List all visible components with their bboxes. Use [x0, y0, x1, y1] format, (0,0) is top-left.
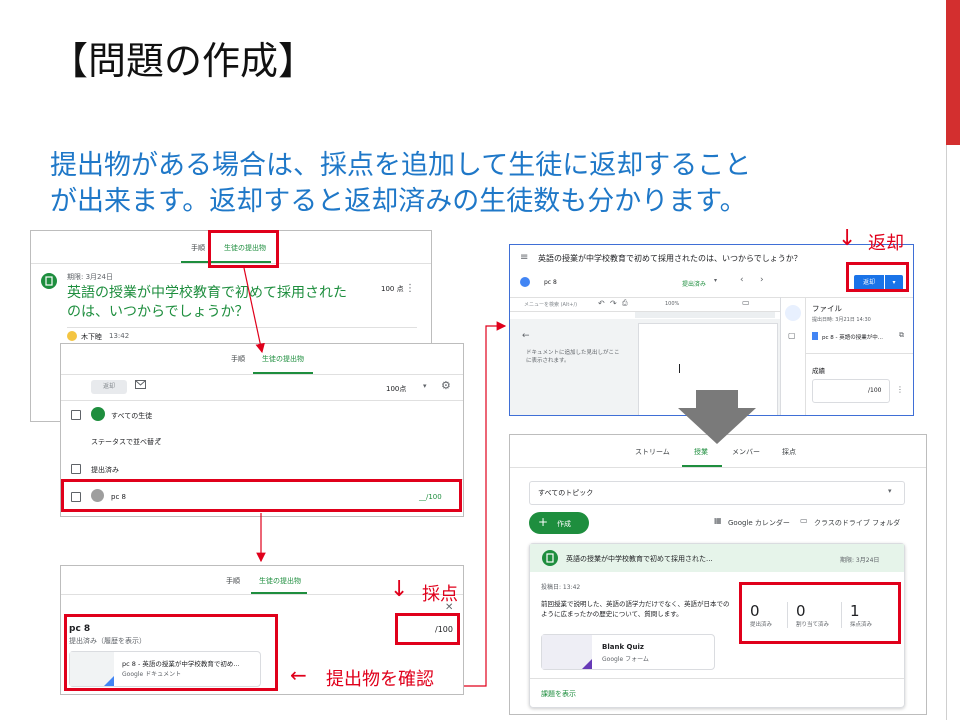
slide-title: 【問題の作成】	[50, 39, 317, 83]
assignment-icon	[41, 273, 57, 289]
slide-body-line-2: が出来ます。返却すると返却済みの生徒数も分かります。	[50, 186, 747, 217]
view-assignment-link[interactable]: 課題を表示	[541, 689, 576, 699]
tab-instructions[interactable]: 手順	[231, 354, 245, 364]
quiz-attachment[interactable]: Blank Quiz Google フォーム	[541, 634, 715, 670]
screenshot-classwork: ストリーム 授業 メンバー 採点 すべてのトピック ▾ + 作成 ▦ Googl…	[509, 434, 927, 715]
highlight-stats	[739, 582, 901, 644]
callout-return: 返却	[868, 233, 904, 254]
slide-body-line-1: 提出物がある場合は、採点を追加して生徒に返却すること	[50, 150, 752, 181]
students-group-icon	[91, 407, 105, 421]
highlight-submission-card	[64, 614, 278, 691]
assignment-title: 英語の授業が中学校教育で初めて採用されたのは、いつからでしょうか？	[538, 254, 802, 263]
due-date: 期限: 3月24日	[67, 273, 113, 281]
outline-back-icon[interactable]: ←	[522, 331, 530, 341]
file-chip[interactable]: pc 8 - 英語の授業が中... ⧉	[812, 330, 906, 344]
select-all-checkbox[interactable]	[71, 410, 81, 420]
files-label: ファイル	[812, 304, 842, 313]
avatar	[67, 331, 77, 341]
form-thumbnail	[542, 635, 592, 669]
section-checkbox[interactable]	[71, 464, 81, 474]
tab-people[interactable]: メンバー	[732, 447, 760, 457]
return-button[interactable]: 返却	[91, 380, 127, 394]
prev-student-icon[interactable]: ‹	[740, 275, 744, 285]
highlight-student-row	[61, 479, 462, 512]
document-icon	[812, 332, 818, 340]
avatar	[520, 277, 530, 287]
next-student-icon[interactable]: ›	[760, 275, 764, 285]
tab-instructions[interactable]: 手順	[226, 576, 240, 586]
open-external-icon[interactable]: ⧉	[899, 331, 904, 340]
callout-check-arrow: ←	[290, 663, 307, 687]
callout-grading: 採点	[422, 584, 458, 605]
points-select[interactable]: 100点	[386, 384, 406, 394]
highlight-submissions-tab	[208, 230, 279, 268]
accent-line	[946, 145, 947, 720]
files-tab-icon[interactable]	[785, 305, 801, 321]
menu-icon[interactable]: ≡	[520, 252, 528, 263]
quiz-title: Blank Quiz	[602, 643, 644, 651]
assignment-description: 前回授業で説明した、英語の語学力だけでなく、英語が日本での ように広まったかの歴…	[541, 600, 730, 618]
callout-grading-arrow: ↓	[390, 577, 409, 602]
grade-input[interactable]: /100	[812, 379, 890, 403]
arrow-detail-to-grading	[464, 321, 507, 687]
topic-select[interactable]: すべてのトピック ▾	[529, 481, 905, 505]
chevron-down-icon: ▾	[158, 436, 162, 443]
author-name: 木下睦	[81, 333, 102, 341]
chevron-down-icon: ▾	[423, 382, 427, 390]
points-label: 100 点	[381, 285, 404, 293]
outline-hint: ドキュメントに追加した見出しがここに表示されます。	[526, 350, 620, 364]
tab-classwork[interactable]: 授業	[694, 447, 708, 457]
more-options-icon[interactable]: ⋮	[896, 385, 904, 394]
side-panel-divider	[780, 297, 781, 415]
status-label: 提出済み	[682, 281, 707, 288]
doc-page[interactable]	[638, 323, 778, 415]
tab-instructions[interactable]: 手順	[191, 243, 205, 253]
side-panel-sep	[805, 297, 806, 415]
calendar-icon[interactable]: ▦	[714, 516, 722, 525]
assignment-title: 英語の授業が中学校教育で初めて採用された...	[566, 555, 713, 563]
calendar-link[interactable]: Google カレンダー	[728, 518, 790, 528]
quiz-type: Google フォーム	[602, 656, 649, 663]
sort-select[interactable]: ステータスで並べ替え	[91, 437, 161, 447]
comment-icon[interactable]: ▢	[788, 331, 796, 340]
tab-submissions[interactable]: 生徒の提出物	[262, 354, 304, 364]
more-options-icon[interactable]: ⋮	[405, 283, 415, 294]
due-date: 期限: 3月24日	[840, 557, 880, 564]
chevron-down-icon[interactable]: ▾	[714, 277, 717, 284]
callout-check: 提出物を確認	[326, 669, 434, 690]
email-icon[interactable]	[135, 380, 146, 389]
redo-icon[interactable]: ↷	[610, 299, 617, 308]
highlight-return-button	[846, 262, 909, 292]
assignment-title: 英語の授業が中学校教育で初めて採用された のは、いつからでしょうか？	[67, 285, 347, 320]
submitted-date: 提出日時: 3月21日 14:30	[812, 317, 871, 323]
print-icon[interactable]: ⎙	[622, 299, 628, 308]
image-icon[interactable]: ▭	[742, 298, 750, 307]
grade-label: 成績	[812, 367, 825, 375]
undo-icon[interactable]: ↶	[598, 299, 605, 308]
create-button[interactable]: + 作成	[529, 512, 589, 534]
folder-icon[interactable]: ▭	[800, 516, 808, 525]
section-submitted-label: 提出済み	[91, 466, 119, 474]
callout-return-arrow: ↓	[838, 226, 857, 251]
tab-stream[interactable]: ストリーム	[635, 447, 670, 457]
plus-icon: +	[538, 515, 549, 529]
assignment-card-header[interactable]: 英語の授業が中学校教育で初めて採用された... 期限: 3月24日	[530, 544, 904, 572]
file-name: pc 8 - 英語の授業が中...	[822, 335, 883, 341]
text-cursor	[679, 364, 680, 373]
student-name: pc 8	[544, 279, 557, 286]
chevron-down-icon: ▾	[888, 487, 892, 495]
accent-bar	[946, 0, 960, 145]
tab-grades[interactable]: 採点	[782, 447, 796, 457]
highlight-grade-field	[395, 613, 460, 645]
all-students-label: すべての生徒	[111, 412, 153, 420]
post-time: 13:42	[109, 332, 130, 340]
assignment-icon	[542, 550, 558, 566]
posted-time: 投稿日: 13:42	[541, 584, 581, 591]
tab-submissions[interactable]: 生徒の提出物	[259, 576, 301, 586]
drive-folder-link[interactable]: クラスのドライブ フォルダ	[814, 518, 900, 528]
zoom-select[interactable]: 100%	[665, 301, 679, 307]
menu-search-input[interactable]: メニューを検索 (Alt+/)	[524, 301, 577, 308]
gear-icon[interactable]: ⚙	[441, 379, 451, 392]
ruler	[635, 312, 775, 318]
